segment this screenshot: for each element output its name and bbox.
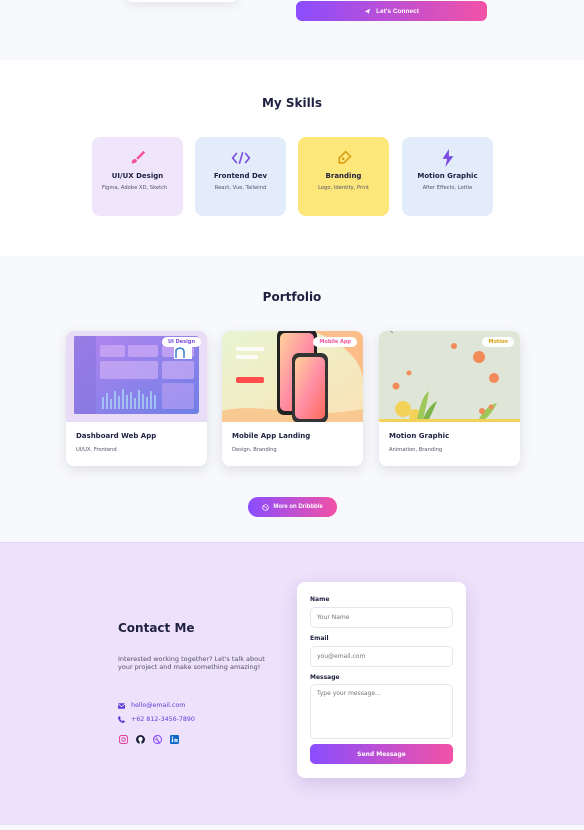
- contact-form: Name Email Message Send Message: [297, 582, 466, 778]
- dribbble-icon: [262, 503, 269, 511]
- skills-section: My Skills UI/UX Design Figma, Adobe XD, …: [0, 60, 584, 256]
- name-input[interactable]: [310, 607, 453, 628]
- more-on-dribbble-button[interactable]: More on Dribbble: [248, 497, 337, 517]
- more-on-dribbble-label: More on Dribbble: [273, 504, 323, 510]
- code-icon: [195, 149, 286, 167]
- footer-strip: [0, 825, 584, 830]
- skill-name: UI/UX Design: [111, 172, 164, 180]
- portfolio-title: Portfolio: [262, 290, 322, 304]
- phone-icon: [118, 716, 125, 723]
- github-icon[interactable]: [135, 734, 145, 744]
- portfolio-card-subtitle: UI/UX, Frontend: [76, 447, 117, 453]
- skill-card-branding: Branding Logo, Identity, Print: [298, 137, 389, 216]
- skill-name: Frontend Dev: [213, 172, 268, 180]
- paintbrush-icon: [92, 149, 183, 167]
- skill-name: Motion Graphic: [417, 172, 478, 180]
- skill-desc: After Effects, Lottie: [422, 185, 473, 191]
- skill-desc: Logo, Identity, Print: [318, 185, 369, 191]
- portfolio-card-dashboard[interactable]: UI Design Dashboard Web App UI/UX, Front…: [66, 331, 207, 466]
- lets-connect-button[interactable]: Let's Connect: [296, 1, 487, 21]
- contact-description: Interested working together? Let's talk …: [118, 655, 265, 672]
- portfolio-card-title: Motion Graphic: [389, 432, 450, 440]
- name-label: Name: [310, 596, 330, 603]
- skill-card-frontend: Frontend Dev React, Vue, Tailwind: [195, 137, 286, 216]
- contact-email[interactable]: hello@email.com: [118, 702, 185, 709]
- hero-card-edge: [124, 0, 240, 2]
- portfolio-card-mobile[interactable]: Mobile App Mobile App Landing Design, Br…: [222, 331, 363, 466]
- social-links: [118, 734, 179, 744]
- portfolio-card-subtitle: Design, Branding: [232, 447, 277, 453]
- pen-nib-icon: [298, 149, 389, 167]
- portfolio-tag: UI Design: [161, 337, 201, 347]
- linkedin-icon[interactable]: [169, 734, 179, 744]
- portfolio-card-motion[interactable]: Motion Motion Graphic Animation, Brandin…: [379, 331, 520, 466]
- skill-card-uiux: UI/UX Design Figma, Adobe XD, Sketch: [92, 137, 183, 216]
- lightning-icon: [402, 149, 493, 167]
- portfolio-card-title: Mobile App Landing: [232, 432, 311, 440]
- mobile-thumbnail: Mobile App: [222, 331, 363, 422]
- portfolio-section: Portfolio UI Design Dashboard Web App UI…: [0, 256, 584, 542]
- instagram-icon[interactable]: [118, 734, 128, 744]
- skills-title: My Skills: [261, 96, 323, 110]
- email-input[interactable]: [310, 646, 453, 667]
- skill-name: Branding: [325, 172, 362, 180]
- skill-card-motion: Motion Graphic After Effects, Lottie: [402, 137, 493, 216]
- portfolio-tag: Motion: [482, 337, 514, 347]
- mail-icon: [118, 702, 125, 709]
- message-input[interactable]: [310, 684, 453, 739]
- contact-email-text: hello@email.com: [131, 702, 186, 709]
- contact-phone-text: +62 812-3456-7890: [131, 716, 195, 723]
- lets-connect-label: Let's Connect: [376, 7, 419, 15]
- top-section: Let's Connect: [0, 0, 584, 60]
- send-icon: [364, 8, 371, 14]
- contact-phone[interactable]: +62 812-3456-7890: [118, 716, 195, 723]
- skill-desc: Figma, Adobe XD, Sketch: [102, 185, 168, 191]
- email-label: Email: [310, 635, 329, 642]
- skill-desc: React, Vue, Tailwind: [214, 185, 267, 191]
- send-message-button[interactable]: Send Message: [310, 744, 453, 764]
- message-label: Message: [310, 674, 340, 681]
- motion-thumbnail: Motion: [379, 331, 520, 422]
- dribbble-icon[interactable]: [152, 734, 162, 744]
- portfolio-card-subtitle: Animation, Branding: [389, 447, 443, 453]
- portfolio-card-title: Dashboard Web App: [76, 432, 157, 440]
- dashboard-thumbnail: UI Design: [66, 331, 207, 422]
- contact-section: Contact Me Interested working together? …: [0, 542, 584, 825]
- portfolio-tag: Mobile App: [313, 337, 357, 347]
- contact-title: Contact Me: [118, 621, 195, 635]
